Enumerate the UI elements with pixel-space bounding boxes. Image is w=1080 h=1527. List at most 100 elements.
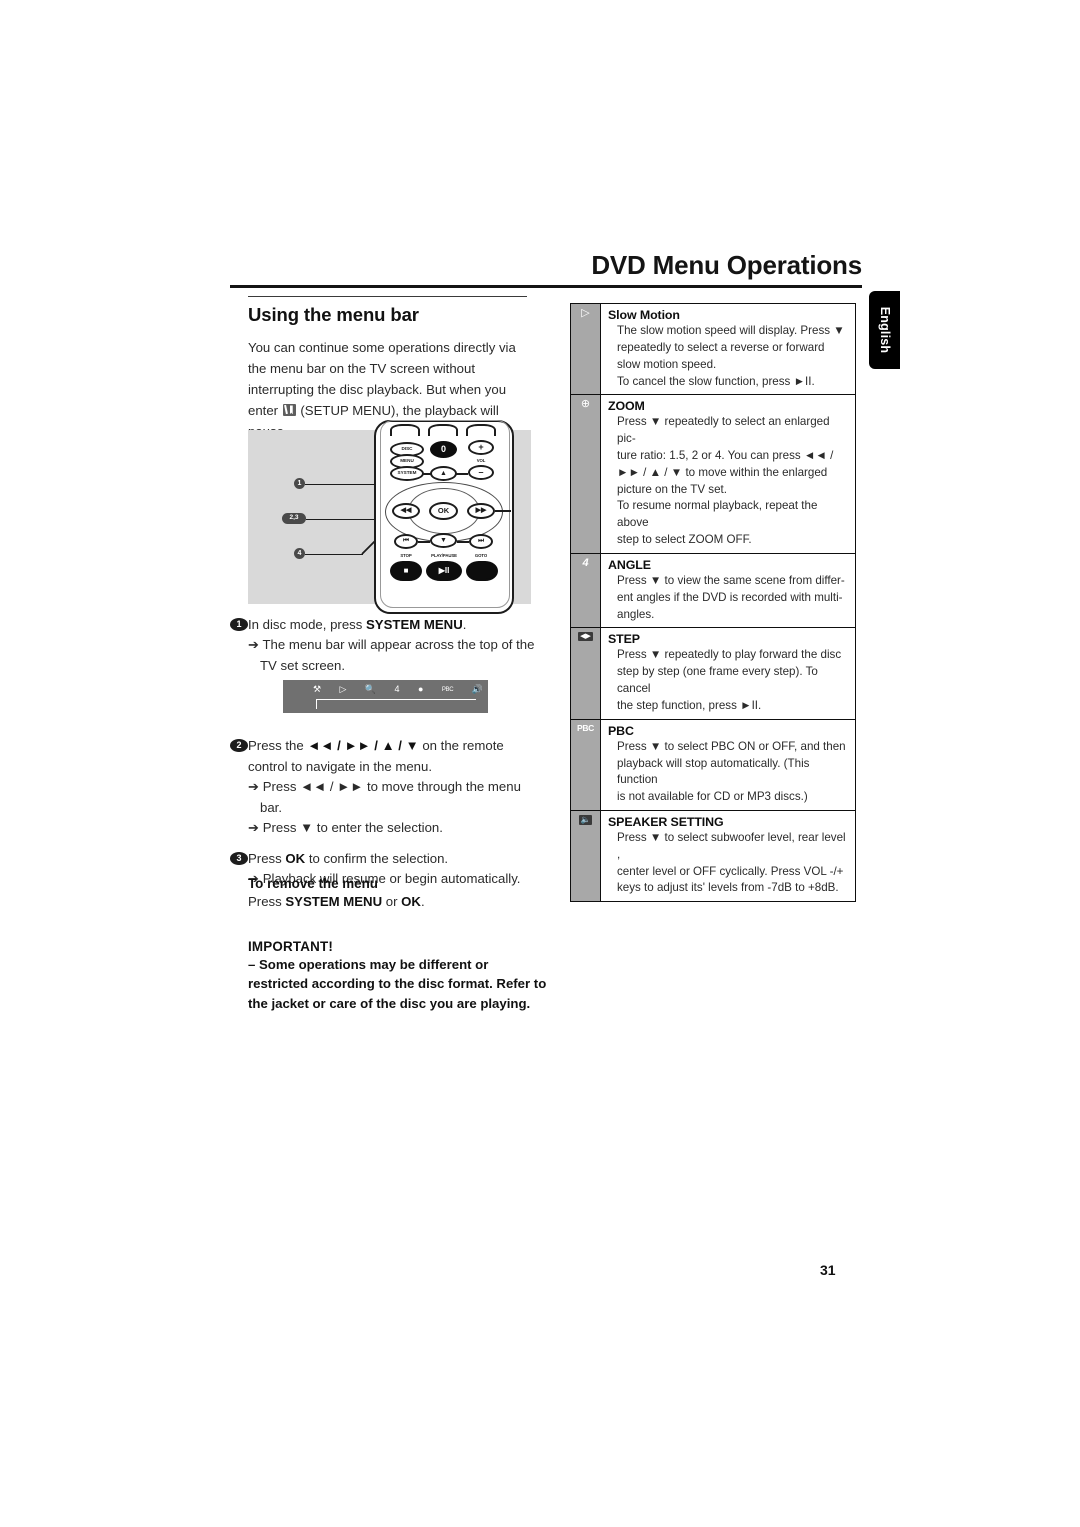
forward-button[interactable]: ▶▶ (467, 503, 495, 519)
play-pause-button[interactable]: ▶II (426, 561, 462, 581)
table-cell-text: ANGLE Press ▼ to view the same scene fro… (601, 554, 855, 628)
play-pause-label: PLAY/PAUSE (431, 553, 457, 558)
step-3-post: to confirm the selection. (305, 850, 449, 866)
slow-motion-icon[interactable]: ▷ (340, 685, 347, 694)
language-tab: English (869, 291, 900, 369)
language-tab-label: English (877, 306, 892, 354)
table-row: 4 ANGLE Press ▼ to view the same scene f… (571, 553, 855, 629)
pbc-icon[interactable]: PBC (442, 687, 454, 693)
table-cell-text: SPEAKER SETTING Press ▼ to select subwoo… (601, 811, 855, 901)
goto-label: GOTO (474, 553, 488, 558)
callout-1: 1 (294, 478, 305, 489)
table-row: ⊕ ZOOM Press ▼ repeatedly to select an e… (571, 395, 855, 554)
connector-line-down-right (457, 541, 469, 543)
remove-menu-pre: Press (248, 894, 286, 909)
step-1-sub-1: ➔ The menu bar will appear across the to… (248, 637, 535, 673)
page-title: DVD Menu Operations (591, 250, 862, 280)
tv-screen-menu-bar: ⚒ ▷ 🔍 4 ● PBC 🔊 (283, 680, 488, 713)
angle-icon[interactable]: 4 (395, 685, 400, 694)
stop-button[interactable]: ■ (390, 561, 422, 581)
step-3-pre: Press (248, 850, 286, 866)
step-1-body: In disc mode, press SYSTEM MENU. ➔ The m… (248, 615, 540, 676)
pbc-icon: PBC (571, 719, 601, 810)
step-2-body: Press the ◄◄ / ►► / ▲ / ▼ on the remote … (248, 736, 540, 838)
step-icon[interactable]: ● (418, 685, 423, 694)
step-3-number: 3 (230, 851, 248, 865)
stop-label: STOP (400, 553, 412, 558)
row-title: ZOOM (608, 399, 645, 414)
setup-menu-icon[interactable]: ⚒ (313, 685, 321, 694)
remote-control-figure: 1 2,3 4 DISC MENU SYSTEM 0 + VOL – ▲ ◀◀ … (248, 420, 531, 614)
rewind-button[interactable]: ◀◀ (392, 503, 420, 519)
table-cell-text: ZOOM Press ▼ repeatedly to select an enl… (601, 395, 855, 553)
row-description: Press ▼ to select subwoofer level, rear … (617, 831, 846, 895)
callout-2-3: 2,3 (282, 513, 306, 524)
table-cell-text: Slow Motion The slow motion speed will d… (601, 304, 855, 394)
step-1-number: 1 (230, 618, 248, 631)
up-button[interactable]: ▲ (430, 466, 457, 481)
menu-bar-function-table: ▷ Slow Motion The slow motion speed will… (570, 303, 856, 903)
remove-menu-bold-2: OK (401, 894, 421, 909)
slow-motion-icon: ▷ (571, 304, 601, 395)
table-row: 🔈 SPEAKER SETTING Press ▼ to select subw… (571, 810, 855, 902)
row-description: Press ▼ to select PBC ON or OFF, and the… (617, 739, 846, 804)
vol-up-button[interactable]: + (468, 440, 494, 455)
connector-line-right (495, 510, 511, 512)
step-2-pre: Press the (248, 738, 308, 754)
step-1-pre: In disc mode, press (248, 617, 367, 632)
system-menu-button[interactable]: SYSTEM (390, 466, 424, 481)
table-row: PBC PBC Press ▼ to select PBC ON or OFF,… (571, 719, 855, 811)
step-1-post: . (462, 617, 467, 632)
step-2: 2 Press the ◄◄ / ►► / ▲ / ▼ on the remot… (230, 736, 540, 838)
connector-line-down-left (418, 541, 430, 543)
zoom-icon[interactable]: 🔍 (365, 685, 376, 694)
speaker-setting-icon: 🔈 (571, 810, 601, 902)
leader-line-1 (305, 483, 383, 486)
important-heading: IMPORTANT! (248, 938, 334, 954)
step-2-bold: ◄◄ / ►► / ▲ / ▼ (307, 738, 419, 754)
speaker-setting-icon[interactable]: 🔊 (472, 685, 483, 694)
setup-menu-icon (282, 403, 296, 416)
section-divider (248, 296, 527, 298)
table-cell-text: STEP Press ▼ repeatedly to play forward … (601, 628, 855, 718)
remote-top-button-left[interactable] (390, 424, 420, 436)
remove-menu-post: . (420, 894, 425, 909)
row-description: Press ▼ repeatedly to play forward the d… (617, 648, 842, 712)
title-divider (230, 285, 862, 288)
zero-button[interactable]: 0 (430, 441, 457, 458)
row-title: Slow Motion (608, 308, 680, 322)
closing-blocks: To remove the menu Press SYSTEM MENU or … (248, 876, 548, 1013)
zoom-icon: ⊕ (571, 395, 601, 553)
step-2-number: 2 (230, 739, 248, 753)
goto-button[interactable] (466, 561, 498, 581)
remove-menu-text: Press SYSTEM MENU or OK. (248, 892, 548, 913)
row-description: Press ▼ repeatedly to select an enlarged… (617, 415, 834, 547)
row-description: The slow motion speed will display. Pres… (617, 324, 845, 388)
row-title: STEP (608, 632, 640, 647)
next-button[interactable]: ⏭ (469, 534, 493, 549)
step-2-sub-1: ➔ Press ◄◄ / ►► to move through the menu… (248, 779, 521, 815)
table-cell-text: PBC Press ▼ to select PBC ON or OFF, and… (601, 720, 855, 810)
important-body: – Some operations may be different or re… (248, 956, 547, 1011)
table-row: ▷ Slow Motion The slow motion speed will… (571, 304, 855, 396)
row-description: Press ▼ to view the same scene from diff… (617, 573, 845, 621)
row-title: SPEAKER SETTING (608, 814, 724, 829)
connector-line-up-right (456, 473, 468, 475)
remove-menu-bold-1: SYSTEM MENU (285, 894, 383, 909)
previous-button[interactable]: ⏮ (394, 534, 418, 549)
remove-menu-mid: or (382, 894, 402, 909)
tv-menu-bar-selection-frame (316, 699, 476, 709)
vol-down-button[interactable]: – (468, 465, 494, 480)
step-1: 1 In disc mode, press SYSTEM MENU. ➔ The… (230, 615, 540, 676)
remote-control-body: DISC MENU SYSTEM 0 + VOL – ▲ ◀◀ OK ▶▶ ⏮ … (374, 420, 514, 614)
leader-line-4 (305, 553, 363, 556)
ok-button[interactable]: OK (429, 502, 458, 520)
row-title: PBC (608, 723, 634, 738)
angle-icon: 4 (571, 553, 601, 628)
vol-label: VOL (476, 458, 486, 463)
remove-menu-heading: To remove the menu (248, 876, 378, 891)
down-button[interactable]: ▼ (430, 533, 457, 548)
remote-top-button-mid[interactable] (428, 424, 458, 436)
step-3-bold: OK (285, 850, 306, 866)
remote-top-button-right[interactable] (466, 424, 496, 436)
